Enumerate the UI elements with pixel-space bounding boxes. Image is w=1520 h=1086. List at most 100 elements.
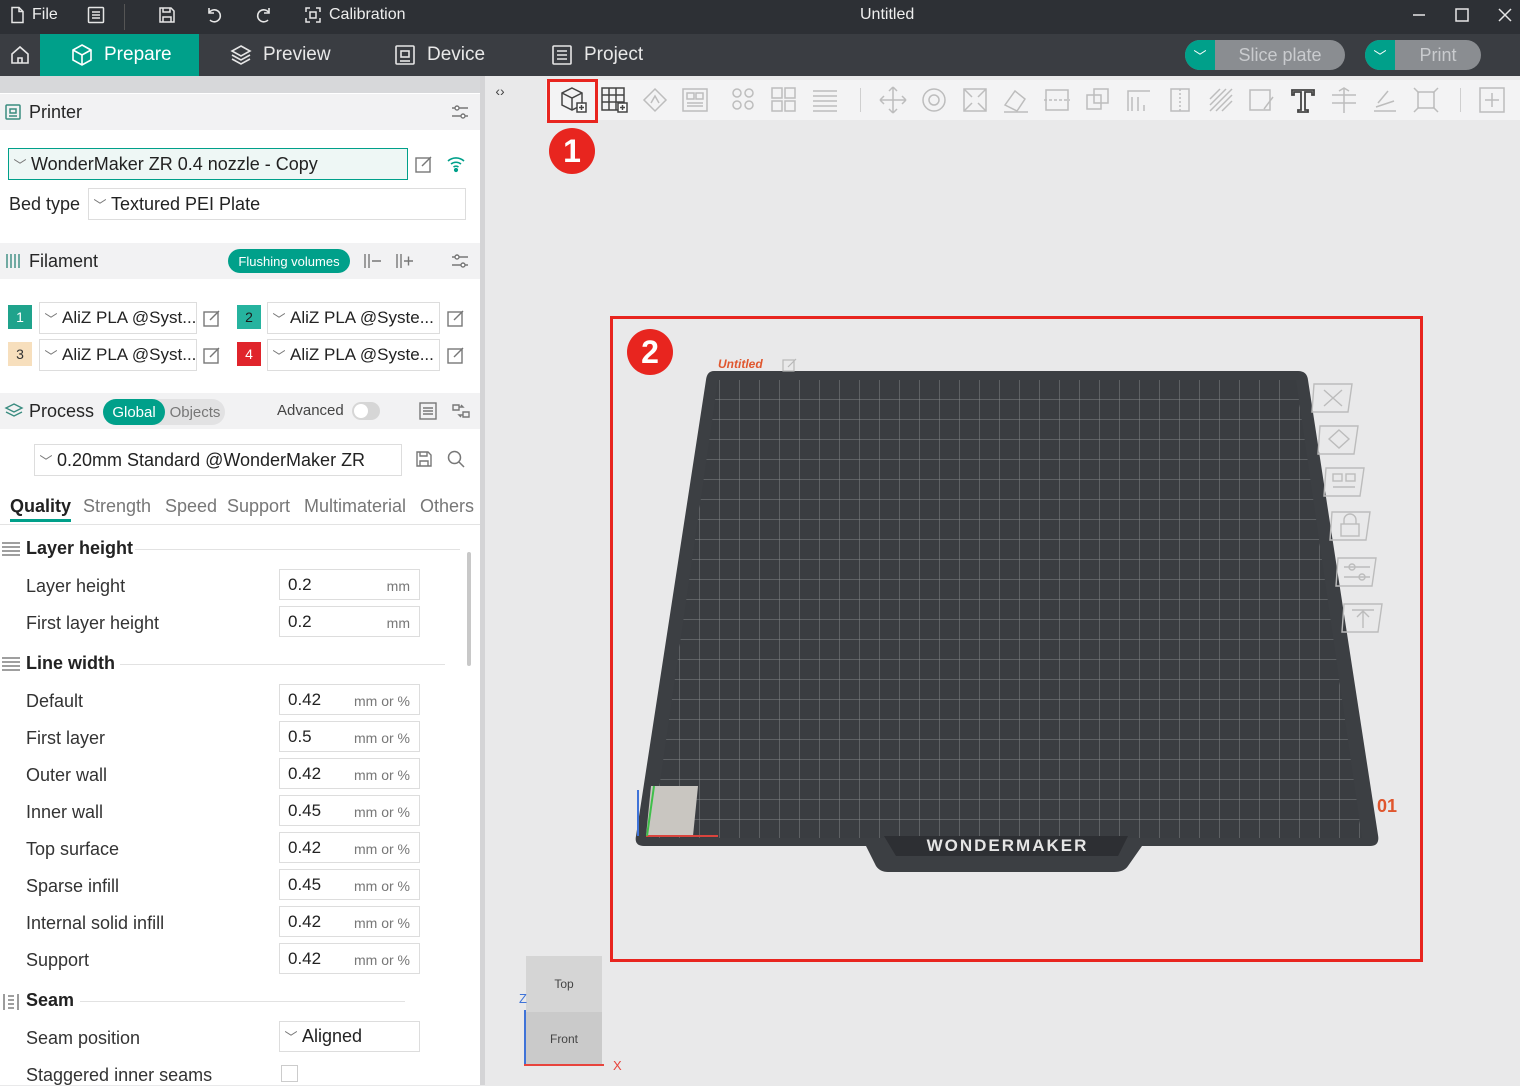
staggered-inner-seams-checkbox[interactable] [281, 1065, 298, 1082]
fuzzy-skin-icon[interactable] [1204, 83, 1238, 117]
text-tool-icon[interactable] [1286, 83, 1320, 117]
view-cube-top[interactable]: Top [526, 956, 602, 1012]
filament-slot-3-select[interactable]: ﹀ AliZ PLA @Syst... [39, 339, 197, 371]
z-axis-label: Z [519, 991, 527, 1006]
tab-device[interactable]: Device [363, 34, 515, 76]
process-preset-select[interactable]: ﹀ 0.20mm Standard @WonderMaker ZR [34, 444, 402, 476]
add-filament-icon[interactable] [394, 250, 416, 272]
tab-multimaterial[interactable]: Multimaterial [304, 496, 406, 517]
view-cube[interactable]: Top Front [526, 956, 602, 1066]
filament-slot-1-select[interactable]: ﹀ AliZ PLA @Syst... [39, 302, 197, 334]
collapse-sidebar-icon[interactable]: ‹› [489, 80, 511, 102]
print-button[interactable]: ﹀ Print [1365, 40, 1481, 70]
edit-filament-4-icon[interactable] [446, 345, 466, 365]
filament-slot-1-badge[interactable]: 1 [8, 305, 32, 329]
line-width-support-input[interactable]: 0.42 mm or % [279, 943, 420, 974]
redo-icon[interactable] [254, 0, 274, 30]
seam-painting-icon[interactable] [1163, 83, 1197, 117]
tab-speed[interactable]: Speed [165, 496, 217, 517]
view-cube-front[interactable]: Front [526, 1012, 602, 1066]
add-plate-grid-icon[interactable] [597, 83, 631, 117]
layers-variable-icon[interactable] [808, 83, 842, 117]
objects-option[interactable]: Objects [165, 399, 225, 425]
filament-slot-2-badge[interactable]: 2 [237, 305, 261, 329]
tab-prepare[interactable]: Prepare [40, 34, 199, 76]
edit-filament-3-icon[interactable] [202, 345, 222, 365]
process-list-icon[interactable] [418, 401, 438, 421]
printer-settings-sliders-icon[interactable] [450, 102, 470, 122]
edit-filament-2-icon[interactable] [446, 308, 466, 328]
layer-height-input[interactable]: 0.2 mm [279, 569, 420, 600]
tab-preview[interactable]: Preview [199, 34, 361, 76]
bed-type-select[interactable]: ﹀ Textured PEI Plate [88, 188, 466, 220]
close-icon[interactable] [1495, 5, 1515, 25]
remove-filament-icon[interactable] [362, 250, 384, 272]
flushing-volumes-button[interactable]: Flushing volumes [228, 249, 350, 273]
line-width-default-input[interactable]: 0.42 mm or % [279, 684, 420, 715]
line-width-internal-solid-infill-value: 0.42 [288, 912, 322, 931]
seam-position-select[interactable]: ﹀ Aligned [279, 1021, 420, 1052]
print-label: Print [1419, 44, 1457, 65]
line-width-internal-solid-infill-input[interactable]: 0.42 mm or % [279, 906, 420, 937]
print-dropdown-chevron-icon[interactable]: ﹀ [1365, 40, 1395, 70]
wifi-icon[interactable] [445, 153, 467, 175]
slice-plate-button[interactable]: ﹀ Slice plate [1185, 40, 1345, 70]
arrange-icon[interactable] [678, 83, 712, 117]
filament-slot-2-select[interactable]: ﹀ AliZ PLA @Syste... [267, 302, 440, 334]
tab-strength[interactable]: Strength [83, 496, 151, 517]
filament-slot-4-select[interactable]: ﹀ AliZ PLA @Syste... [267, 339, 440, 371]
tab-support[interactable]: Support [227, 496, 290, 517]
process-layers-icon [4, 402, 24, 420]
first-layer-height-input[interactable]: 0.2 mm [279, 606, 420, 637]
save-icon[interactable] [157, 0, 177, 30]
lay-on-face-icon[interactable] [999, 83, 1033, 117]
edit-printer-icon[interactable] [414, 154, 434, 174]
filament-settings-sliders-icon[interactable] [450, 251, 470, 271]
tab-quality[interactable]: Quality [10, 496, 72, 522]
line-width-sparse-infill-input[interactable]: 0.45 mm or % [279, 869, 420, 900]
line-width-inner-wall-input[interactable]: 0.45 mm or % [279, 795, 420, 826]
auto-orient-icon[interactable] [638, 83, 672, 117]
fit-view-icon[interactable] [1409, 83, 1443, 117]
split-objects-icon[interactable] [727, 83, 761, 117]
slice-dropdown-chevron-icon[interactable]: ﹀ [1185, 40, 1215, 70]
tab-others[interactable]: Others [420, 496, 474, 517]
chevron-down-icon: ﹀ [39, 453, 53, 469]
tab-project[interactable]: Project [520, 34, 673, 76]
advanced-toggle[interactable] [352, 402, 380, 420]
calibration-menu[interactable]: Calibration [303, 0, 405, 30]
compare-presets-icon[interactable] [450, 401, 472, 421]
cut-icon[interactable] [1040, 83, 1074, 117]
mesh-boolean-icon[interactable] [1081, 83, 1115, 117]
support-painting-icon[interactable] [1122, 83, 1156, 117]
minimize-icon[interactable] [1409, 5, 1429, 25]
line-width-outer-wall-input[interactable]: 0.42 mm or % [279, 758, 420, 789]
filament-slot-3-badge[interactable]: 3 [8, 342, 32, 366]
save-preset-icon[interactable] [414, 449, 434, 469]
global-option[interactable]: Global [103, 399, 165, 425]
search-icon[interactable] [446, 449, 466, 469]
edit-filament-1-icon[interactable] [202, 308, 222, 328]
home-icon[interactable] [0, 34, 40, 76]
line-width-first-layer-input[interactable]: 0.5 mm or % [279, 721, 420, 752]
maximize-icon[interactable] [1452, 5, 1472, 25]
color-painting-icon[interactable] [1245, 83, 1279, 117]
assembly-icon[interactable] [1368, 83, 1402, 117]
view-z-axis [524, 1010, 526, 1066]
move-icon[interactable] [876, 83, 910, 117]
global-objects-switch[interactable]: Global Objects [103, 399, 225, 425]
menu-list-icon[interactable] [86, 0, 106, 30]
filament-slot-4-badge[interactable]: 4 [237, 342, 261, 366]
scale-icon[interactable] [958, 83, 992, 117]
split-parts-icon[interactable] [767, 83, 801, 117]
printer-select[interactable]: ﹀ WonderMaker ZR 0.4 nozzle - Copy [8, 148, 408, 180]
measure-icon[interactable] [1327, 83, 1361, 117]
line-width-inner-wall-value: 0.45 [288, 801, 322, 820]
undo-icon[interactable] [204, 0, 224, 30]
line-width-top-surface-input[interactable]: 0.42 mm or % [279, 832, 420, 863]
rotate-icon[interactable] [917, 83, 951, 117]
plate-settings-icon[interactable] [1475, 83, 1509, 117]
file-menu[interactable]: File [8, 0, 58, 30]
process-section-label: Process [29, 400, 95, 421]
sidebar-scrollbar[interactable] [467, 552, 471, 666]
